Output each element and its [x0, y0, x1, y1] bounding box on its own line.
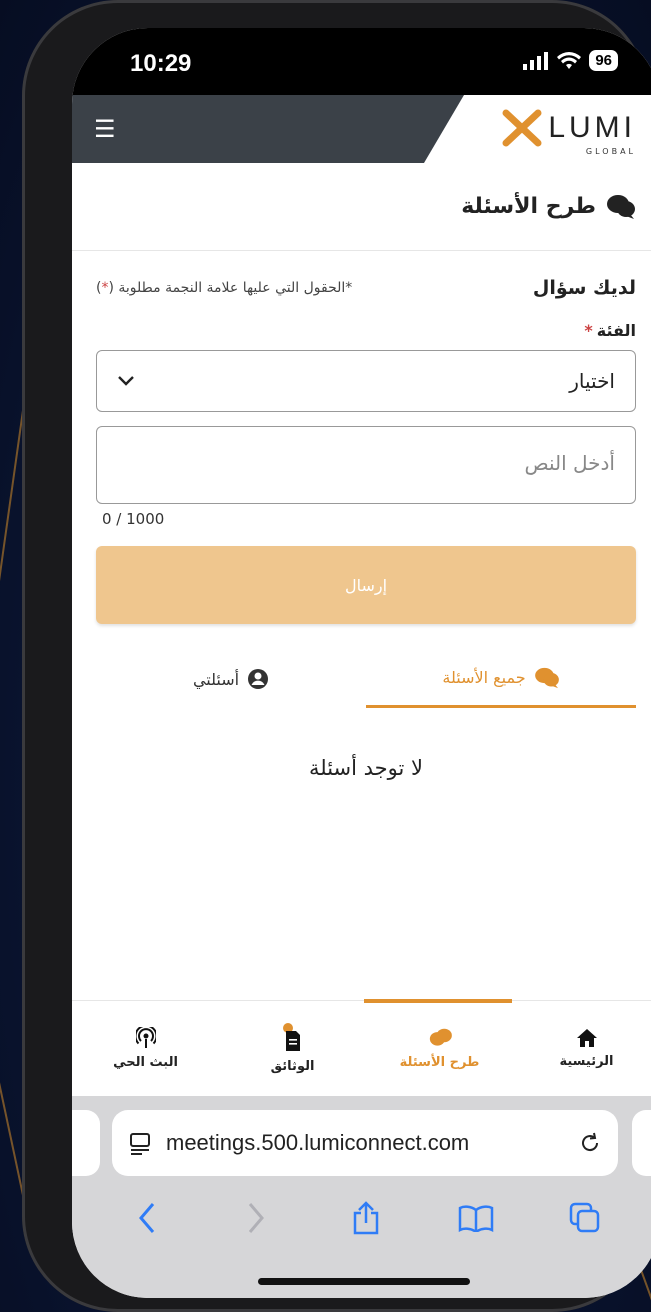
nav-item-home[interactable]: الرئيسية [513, 1001, 651, 1096]
main-content: طرح الأسئلة لديك سؤال *الحقول التي عليها… [72, 163, 651, 780]
share-icon[interactable] [344, 1196, 388, 1240]
nav-item-live-stream-label: البث الحي [113, 1055, 178, 1070]
nav-item-documents[interactable]: الوثائق [219, 1001, 366, 1096]
question-text-input[interactable]: أدخل النص [96, 426, 636, 504]
previous-tab-card[interactable] [72, 1110, 100, 1176]
page-menu-icon[interactable] [128, 1131, 152, 1155]
nav-item-ask-questions-label: طرح الأسئلة [399, 1055, 480, 1070]
nav-item-home-label: الرئيسية [559, 1054, 614, 1069]
broadcast-icon [135, 1027, 156, 1048]
lumi-logo[interactable]: LUMI GLOBAL [502, 109, 636, 156]
tab-all-questions[interactable]: جميع الأسئلة [366, 650, 636, 708]
app-header: ☰ LUMI GLOBAL [72, 95, 651, 163]
chat-bubbles-icon [607, 194, 635, 219]
lumi-x-logo-icon [502, 109, 542, 147]
bottom-navigation: الرئيسية طرح الأسئلة الوثائق البث الحي [72, 999, 651, 1096]
wifi-icon [557, 51, 582, 69]
back-icon[interactable] [125, 1196, 169, 1240]
form-heading: لديك سؤال [532, 277, 636, 299]
category-select-value: اختيار [569, 369, 615, 393]
tab-all-questions-label: جميع الأسئلة [442, 668, 526, 687]
status-time: 10:29 [130, 50, 192, 77]
browser-toolbar [72, 1196, 651, 1240]
address-bar[interactable]: meetings.500.lumiconnect.com [112, 1110, 618, 1176]
user-circle-icon [248, 669, 269, 689]
category-required-star: * [584, 321, 593, 340]
nav-item-documents-label: الوثائق [270, 1059, 315, 1074]
phone-frame: 10:29 96 ☰ LUMI GLOBAL طرح الأسئلة لديك … [22, 0, 651, 1312]
page-title: طرح الأسئلة [72, 163, 651, 251]
active-nav-indicator [364, 999, 512, 1003]
required-note-prefix: *الحقول التي عليها علامة النجمة مطلوبة ( [108, 280, 353, 296]
send-button[interactable]: إرسال [96, 546, 636, 624]
browser-chrome: meetings.500.lumiconnect.com [72, 1096, 651, 1298]
logo-wordmark: LUMI [548, 111, 636, 144]
dynamic-island [252, 28, 478, 74]
category-label-text: الفئة [596, 321, 636, 340]
required-note: *الحقول التي عليها علامة النجمة مطلوبة (… [96, 280, 352, 296]
status-bar: 10:29 96 [72, 28, 651, 96]
chat-bubbles-icon [534, 667, 559, 688]
tabs-icon[interactable] [563, 1196, 607, 1240]
character-counter: 0 / 1000 [102, 510, 165, 528]
chat-icon [429, 1028, 452, 1046]
logo-subtitle: GLOBAL [585, 147, 636, 156]
hamburger-menu-icon[interactable]: ☰ [94, 117, 120, 141]
tab-my-questions-label: أسئلتي [192, 669, 240, 689]
chevron-down-icon [118, 376, 134, 386]
forward-icon[interactable] [234, 1196, 278, 1240]
page-title-text: طرح الأسئلة [461, 194, 596, 219]
reload-icon[interactable] [578, 1131, 602, 1155]
category-select[interactable]: اختيار [96, 350, 636, 412]
url-text: meetings.500.lumiconnect.com [166, 1130, 470, 1155]
question-tabs: جميع الأسئلة أسئلتي [96, 650, 636, 708]
bookmarks-icon[interactable] [454, 1196, 498, 1240]
tab-my-questions[interactable]: أسئلتي [96, 650, 366, 708]
category-label: الفئة* [72, 299, 651, 340]
nav-item-ask-questions[interactable]: طرح الأسئلة [366, 1001, 513, 1096]
next-tab-card[interactable] [632, 1110, 651, 1176]
home-icon [576, 1029, 597, 1047]
empty-state-message: لا توجد أسئلة [308, 756, 423, 780]
phone-screen: 10:29 96 ☰ LUMI GLOBAL طرح الأسئلة لديك … [72, 28, 651, 1298]
status-icons: 96 [523, 50, 618, 71]
document-icon [282, 1023, 300, 1051]
home-indicator [258, 1278, 470, 1285]
form-header: لديك سؤال *الحقول التي عليها علامة النجم… [72, 251, 651, 299]
nav-item-live-stream[interactable]: البث الحي [72, 1001, 219, 1096]
battery-indicator: 96 [589, 50, 618, 71]
signal-icon [523, 51, 549, 70]
